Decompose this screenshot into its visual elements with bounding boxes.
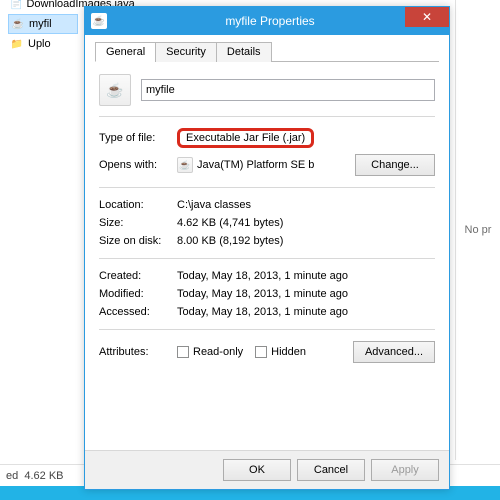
status-prefix: ed	[6, 470, 18, 482]
separator	[99, 329, 435, 330]
created-value: Today, May 18, 2013, 1 minute ago	[177, 270, 435, 282]
dialog-button-bar: OK Cancel Apply	[85, 450, 449, 489]
jar-file-icon: ☕	[99, 74, 131, 106]
properties-dialog: ☕ myfile Properties ✕ General Security D…	[84, 6, 450, 490]
accessed-label: Accessed:	[99, 306, 177, 318]
tab-security[interactable]: Security	[155, 42, 217, 62]
change-button[interactable]: Change...	[355, 154, 435, 176]
tab-content-general: ☕ Type of file: Executable Jar File (.ja…	[95, 70, 439, 366]
created-label: Created:	[99, 270, 177, 282]
size-on-disk-label: Size on disk:	[99, 235, 177, 247]
dialog-title: myfile Properties	[91, 14, 449, 28]
tab-strip: General Security Details	[95, 41, 439, 62]
java-file-icon: 📄	[10, 0, 22, 11]
titlebar[interactable]: ☕ myfile Properties ✕	[85, 7, 449, 35]
advanced-button[interactable]: Advanced...	[353, 341, 435, 363]
size-label: Size:	[99, 217, 177, 229]
folder-icon: 📁	[10, 37, 24, 51]
list-item[interactable]: 📁 Uplo	[8, 34, 78, 54]
dialog-body: General Security Details ☕ Type of file:…	[85, 35, 449, 450]
modified-label: Modified:	[99, 288, 177, 300]
separator	[99, 187, 435, 188]
tab-details[interactable]: Details	[216, 42, 272, 62]
list-item[interactable]: ☕ myfil 5/18/2013 12:02 PM	[8, 14, 78, 34]
ok-button[interactable]: OK	[223, 459, 291, 481]
cancel-button[interactable]: Cancel	[297, 459, 365, 481]
modified-value: Today, May 18, 2013, 1 minute ago	[177, 288, 435, 300]
filename-input[interactable]	[141, 79, 435, 101]
file-name: myfil	[29, 18, 52, 30]
type-label: Type of file:	[99, 132, 177, 144]
size-value: 4.62 KB (4,741 bytes)	[177, 217, 435, 229]
opens-with-value: Java(TM) Platform SE b	[197, 159, 355, 171]
hidden-checkbox[interactable]: Hidden	[255, 346, 306, 358]
list-item[interactable]: 📄 DownloadImages.java	[8, 0, 78, 14]
status-size: 4.62 KB	[24, 470, 63, 482]
separator	[99, 258, 435, 259]
type-value: Executable Jar File (.jar)	[177, 128, 314, 148]
separator	[99, 116, 435, 117]
preview-pane: No pr	[455, 0, 500, 460]
close-icon: ✕	[422, 10, 432, 24]
file-name: Uplo	[28, 38, 51, 50]
size-on-disk-value: 8.00 KB (8,192 bytes)	[177, 235, 435, 247]
close-button[interactable]: ✕	[405, 7, 449, 27]
file-list: 📄 DownloadImages.java ☕ myfil 5/18/2013 …	[8, 0, 78, 54]
attributes-label: Attributes:	[99, 346, 177, 358]
location-label: Location:	[99, 199, 177, 211]
tab-general[interactable]: General	[95, 42, 156, 62]
accessed-value: Today, May 18, 2013, 1 minute ago	[177, 306, 435, 318]
hidden-label: Hidden	[271, 346, 306, 358]
readonly-label: Read-only	[193, 346, 243, 358]
checkbox-box	[177, 346, 189, 358]
location-value: C:\java classes	[177, 199, 435, 211]
preview-text: No pr	[465, 224, 492, 236]
apply-button[interactable]: Apply	[371, 459, 439, 481]
java-icon: ☕	[177, 157, 193, 173]
opens-with-label: Opens with:	[99, 159, 177, 171]
readonly-checkbox[interactable]: Read-only	[177, 346, 243, 358]
checkbox-box	[255, 346, 267, 358]
jar-file-icon: ☕	[11, 17, 25, 31]
